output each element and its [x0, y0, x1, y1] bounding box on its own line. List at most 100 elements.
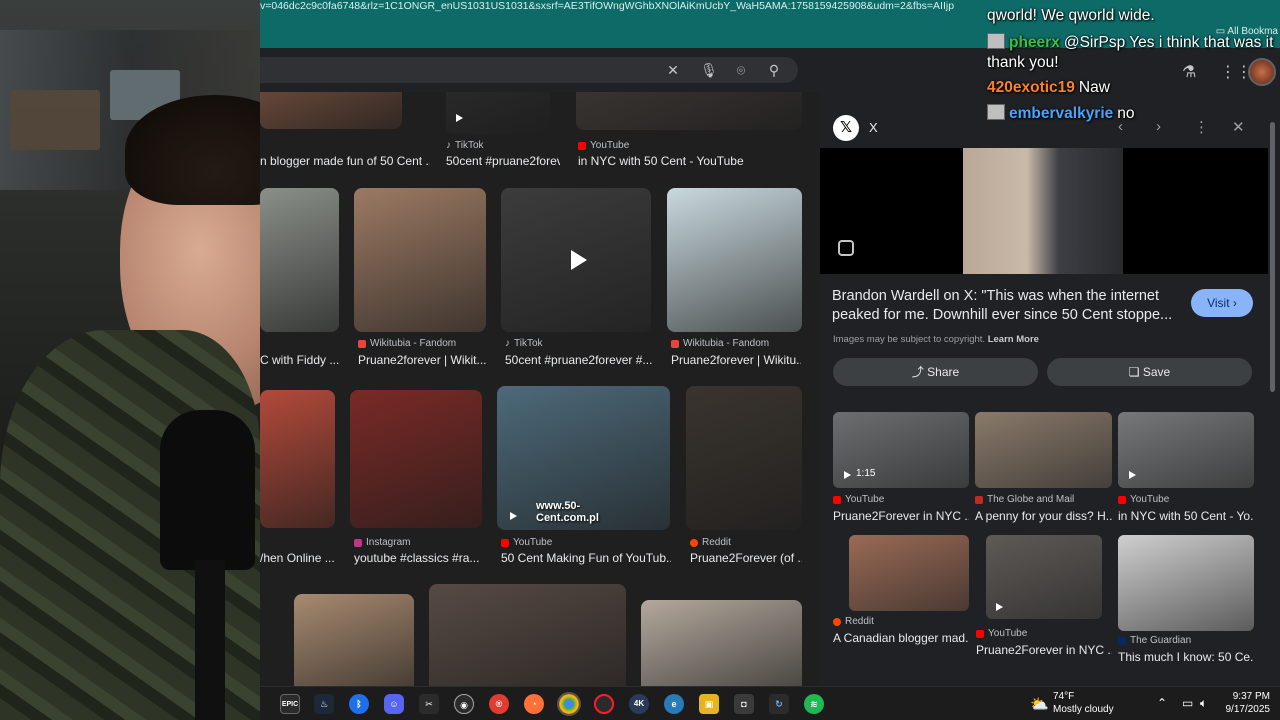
related-thumbnail[interactable] [975, 412, 1112, 488]
related-thumbnail[interactable] [849, 535, 969, 611]
preview-image-container[interactable] [820, 148, 1268, 274]
related-title[interactable]: Pruane2Forever in NYC ... [976, 643, 1112, 657]
result-thumbnail[interactable] [667, 188, 802, 332]
chevron-up-icon[interactable]: ⌃ [1157, 696, 1167, 710]
result-thumbnail[interactable] [260, 188, 339, 332]
result-thumbnail[interactable] [354, 188, 486, 332]
result-title[interactable]: youtube #classics #ra... [354, 551, 482, 565]
sync-icon[interactable]: ↻ [769, 694, 789, 714]
clock-date: 9/17/2025 [1225, 704, 1271, 715]
copyright-notice: Images may be subject to copyright. Lear… [833, 334, 1039, 345]
result-thumbnail[interactable] [350, 390, 482, 528]
result-thumbnail[interactable] [429, 584, 626, 686]
learn-more-link[interactable]: Learn More [988, 334, 1039, 345]
weather-condition: Mostly cloudy [1053, 704, 1114, 715]
result-thumbnail[interactable] [446, 92, 550, 134]
result-thumbnail[interactable] [294, 594, 414, 686]
discord-icon[interactable]: ☺ [384, 694, 404, 714]
related-thumbnail[interactable] [1118, 535, 1254, 631]
panel-source-name[interactable]: X [869, 120, 878, 135]
result-title[interactable]: n blogger made fun of 50 Cent ... [260, 154, 430, 168]
camera-icon[interactable]: ◘ [734, 694, 754, 714]
youtube-icon [501, 538, 509, 547]
save-button[interactable]: ❏ Save [1047, 358, 1252, 386]
result-thumbnail[interactable] [641, 600, 802, 686]
result-title[interactable]: Pruane2forever | Wikitu... [671, 353, 801, 367]
result-title[interactable]: 50cent #pruane2forever ... [446, 154, 560, 168]
related-title[interactable]: This much I know: 50 Ce... [1118, 650, 1254, 664]
share-button[interactable]: ⤴ Share [833, 358, 1038, 386]
obs-icon[interactable]: ◉ [454, 694, 474, 714]
result-source: Instagram [354, 537, 410, 548]
result-title[interactable]: Pruane2Forever (of ... [690, 551, 802, 565]
related-title[interactable]: Pruane2Forever in NYC ... [833, 509, 969, 523]
lens-icon[interactable]: ⌾ [732, 61, 750, 79]
4k-downloader-icon[interactable]: 4K [629, 694, 649, 714]
capcut-icon[interactable]: ✂ [419, 694, 439, 714]
preview-image[interactable] [963, 148, 1123, 274]
opera-icon[interactable] [594, 694, 614, 714]
chrome-icon[interactable] [557, 692, 581, 716]
related-source: YouTube [833, 494, 884, 505]
bluetooth-app-icon[interactable]: ᛒ [349, 694, 369, 714]
result-title[interactable]: C with Fiddy ... [260, 353, 340, 367]
related-source: YouTube [1118, 494, 1169, 505]
photos-icon[interactable]: ▣ [699, 694, 719, 714]
video-duration: 1:15 [856, 468, 876, 479]
result-thumbnail[interactable] [260, 390, 335, 528]
result-thumbnail[interactable] [260, 92, 402, 129]
result-title[interactable]: in NYC with 50 Cent - YouTube [578, 154, 798, 168]
spotify-icon[interactable]: ≋ [804, 694, 824, 714]
weather-cloudy-icon: ⛅ [1030, 696, 1049, 713]
preview-title[interactable]: Brandon Wardell on X: "This was when the… [832, 287, 1182, 325]
chat-username: embervalkyrie [1009, 105, 1114, 122]
microphone-icon[interactable]: 🎙︎ [700, 61, 718, 79]
result-title[interactable]: 50cent #pruane2forever #... [505, 353, 655, 367]
firefox-icon[interactable]: ◔ [524, 694, 544, 714]
tiktok-icon: ♪ [505, 338, 510, 349]
edge-icon[interactable]: e [664, 694, 684, 714]
visit-button[interactable]: Visit › [1191, 289, 1253, 317]
related-thumbnail[interactable] [833, 412, 969, 488]
volume-icon[interactable]: 🔈︎ [1200, 696, 1207, 711]
app-red-icon[interactable]: ® [489, 694, 509, 714]
related-source: Reddit [833, 616, 874, 627]
display-icon[interactable]: ▭ [1182, 696, 1193, 710]
search-input[interactable]: ✕ 🎙︎ ⌾ ⚲ [260, 57, 798, 83]
search-icon[interactable]: ⚲ [765, 61, 783, 79]
related-title[interactable]: in NYC with 50 Cent - Yo... [1118, 509, 1254, 523]
result-title[interactable]: Pruane2forever | Wikit... [358, 353, 486, 367]
chat-badge-icon [987, 104, 1005, 120]
fandom-icon [358, 339, 366, 348]
related-source: YouTube [976, 628, 1027, 639]
weather-widget[interactable]: 74°F Mostly cloudy [1053, 690, 1114, 716]
google-lens-icon[interactable] [838, 240, 854, 256]
url-text[interactable]: v=046dc2c9c0fa6748&rlz=1C1ONGR_enUS1031U… [260, 0, 954, 12]
result-title[interactable]: 50 Cent Making Fun of YouTub... [501, 551, 671, 565]
related-title[interactable]: A penny for your diss? H... [975, 509, 1113, 523]
tiktok-icon: ♪ [446, 140, 451, 151]
system-clock[interactable]: 9:37 PM 9/17/2025 [1226, 690, 1271, 716]
result-thumbnail[interactable] [686, 386, 802, 530]
clear-icon[interactable]: ✕ [664, 61, 682, 79]
steam-icon[interactable]: ♨ [314, 694, 334, 714]
result-title[interactable]: /hen Online ... [260, 551, 340, 565]
windows-taskbar: EPIC ♨ ᛒ ☺ ✂ ◉ ® ◔ 4K e ▣ ◘ ↻ ≋ ⛅ 74°F M… [260, 686, 1280, 720]
panel-scrollbar[interactable] [1268, 92, 1276, 686]
globe-and-mail-icon [975, 495, 983, 504]
image-preview-panel: 𝕏 X ‹ › ⋮ ✕ Brandon Wardell on X: "This … [820, 92, 1280, 686]
avatar[interactable] [1248, 58, 1276, 86]
result-thumbnail[interactable] [576, 92, 802, 130]
related-thumbnail[interactable] [986, 535, 1102, 619]
related-title[interactable]: A Canadian blogger mad... [833, 631, 969, 645]
image-results-grid: n blogger made fun of 50 Cent ... ♪ TikTo… [260, 92, 820, 686]
epic-games-icon[interactable]: EPIC [280, 694, 300, 714]
play-icon [571, 250, 587, 270]
youtube-icon [976, 629, 984, 638]
labs-flask-icon[interactable]: ⚗ [1182, 62, 1196, 82]
play-icon [844, 471, 851, 479]
play-icon [996, 603, 1003, 611]
scrollbar-thumb[interactable] [1270, 122, 1275, 392]
related-thumbnail[interactable] [1118, 412, 1254, 488]
play-icon [510, 512, 517, 520]
